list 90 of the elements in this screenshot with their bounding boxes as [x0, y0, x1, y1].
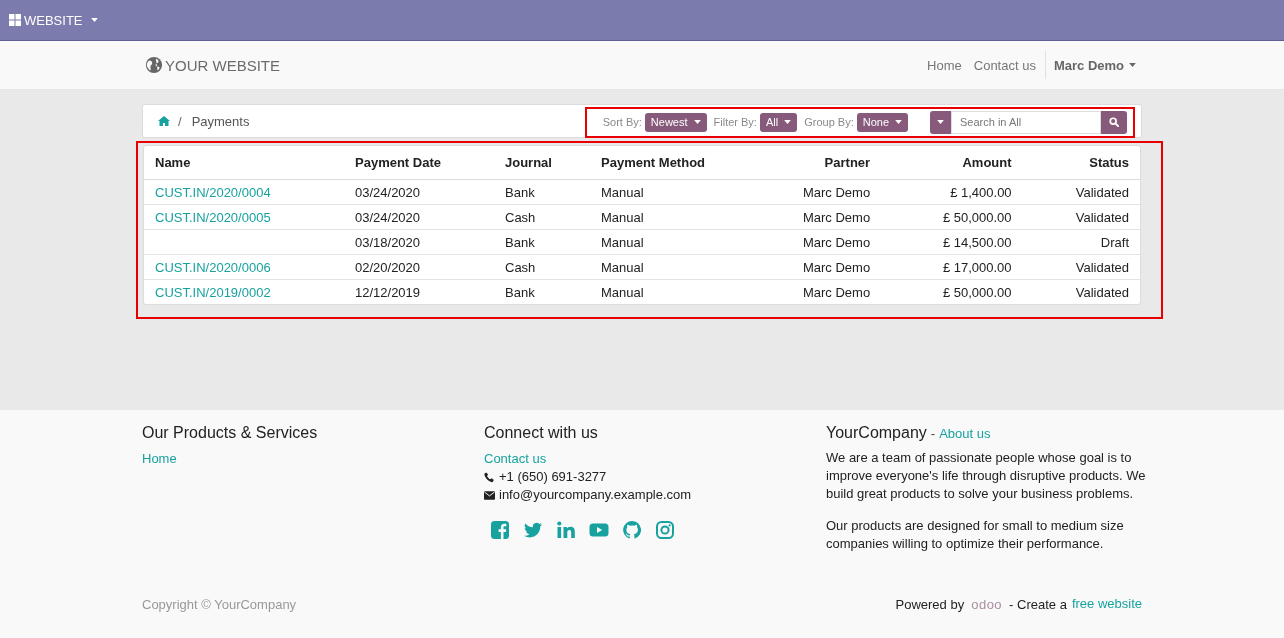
table-cell: Manual: [590, 179, 742, 205]
github-icon[interactable]: [622, 520, 642, 540]
payment-link[interactable]: CUST.IN/2020/0004: [155, 184, 271, 200]
table-cell: Bank: [494, 179, 590, 205]
payment-link[interactable]: CUST.IN/2019/0002: [155, 284, 271, 300]
search-field[interactable]: Search in All: [951, 110, 1101, 134]
table-cell: Manual: [590, 254, 742, 280]
column-header: Payment Method: [590, 146, 742, 180]
twitter-icon[interactable]: [523, 520, 543, 540]
search-button[interactable]: [1101, 110, 1127, 134]
table-cell: Bank: [494, 279, 590, 304]
table-cell: 12/12/2019: [344, 279, 494, 304]
breadcrumb-separator: /: [178, 113, 182, 129]
copyright-text: Copyright © YourCompany: [142, 596, 297, 612]
payment-link[interactable]: CUST.IN/2020/0006: [155, 259, 271, 275]
table-cell: Draft: [1022, 229, 1140, 255]
caret-icon: [90, 18, 98, 22]
section-title: YourCompany: [826, 424, 927, 442]
filter-label: Group By:: [804, 116, 854, 128]
globe-icon: [145, 56, 163, 74]
linkedin-icon[interactable]: [556, 520, 576, 540]
grid-icon: [9, 14, 21, 26]
table-cell: Bank: [494, 229, 590, 255]
search-icon: [1109, 117, 1119, 127]
column-header: Amount: [881, 146, 1023, 180]
table-cell: Validated: [1022, 254, 1140, 280]
table-cell: Cash: [494, 254, 590, 280]
column-header: Payment Date: [344, 146, 494, 180]
caret-icon: [895, 120, 902, 124]
table-cell: Manual: [590, 229, 742, 255]
table-cell: Validated: [1022, 204, 1140, 230]
column-header: Status: [1022, 146, 1140, 180]
instagram-icon[interactable]: [655, 520, 675, 540]
separator-text: -: [930, 426, 936, 441]
filter-label: Filter By:: [713, 116, 757, 128]
table-cell: Manual: [590, 279, 742, 304]
phone-icon: [484, 471, 495, 483]
table-cell: Marc Demo: [742, 229, 882, 255]
table-cell: 02/20/2020: [344, 254, 494, 280]
dropdown-button[interactable]: All: [759, 112, 798, 132]
caret-icon: [937, 120, 944, 124]
table-cell: £ 50,000.00: [881, 279, 1023, 304]
user-menu-button[interactable]: Marc Demo: [1047, 57, 1142, 73]
table-cell: £ 50,000.00: [881, 204, 1023, 230]
email-address: info@yourcompany.example.com: [499, 486, 692, 504]
filter-label: Sort By:: [602, 116, 642, 128]
table-cell: £ 1,400.00: [881, 179, 1023, 205]
table-cell: Validated: [1022, 179, 1140, 205]
table-cell: Validated: [1022, 279, 1140, 304]
caret-icon: [693, 120, 701, 124]
breadcrumb-item: Payments: [191, 113, 250, 129]
nav-link[interactable]: Contact us: [968, 57, 1041, 73]
footer-link[interactable]: Home: [142, 450, 177, 468]
table-cell: Cash: [494, 204, 590, 230]
table-cell: Manual: [590, 204, 742, 230]
table-cell: 03/18/2020: [344, 229, 494, 255]
facebook-icon[interactable]: [490, 520, 510, 540]
app-menu-button[interactable]: WEBSITE: [0, 12, 98, 28]
section-title: Our Products & Services: [142, 424, 318, 442]
footer-link[interactable]: free website: [1071, 595, 1142, 613]
dropdown-button[interactable]: Newest: [644, 112, 707, 132]
envelope-icon: [484, 489, 495, 501]
table-cell: Marc Demo: [742, 254, 882, 280]
table-cell: 03/24/2020: [344, 204, 494, 230]
column-header: Journal: [494, 146, 590, 180]
home-icon: [158, 116, 170, 126]
powered-text: Powered by: [895, 596, 965, 612]
about-text: We are a team of passionate people whose goal is to improve everyone's life through disruptive products. We build great products to solve your business problems.: [826, 449, 1147, 503]
about-text: Our products are designed for small to medium size companies willing to optimize their performance.: [826, 517, 1125, 553]
table-cell: Marc Demo: [742, 179, 882, 205]
footer-link[interactable]: About us: [939, 425, 991, 443]
footer-link[interactable]: Contact us: [484, 450, 547, 468]
payment-link[interactable]: CUST.IN/2020/0005: [155, 209, 271, 225]
caret-icon: [784, 120, 792, 124]
table-cell: 03/24/2020: [344, 179, 494, 205]
powered-text: - Create a: [1009, 596, 1067, 612]
nav-link[interactable]: Home: [922, 57, 967, 73]
dropdown-button[interactable]: None: [856, 112, 908, 132]
search-options-button[interactable]: [930, 110, 951, 134]
caret-icon: [1129, 63, 1136, 67]
column-header: Partner: [742, 146, 882, 180]
phone-number: +1 (650) 691-3277: [499, 468, 607, 486]
table-cell: £ 14,500.00: [881, 229, 1023, 255]
table-cell: Marc Demo: [742, 279, 882, 304]
section-title: Connect with us: [484, 424, 598, 442]
table-cell: £ 17,000.00: [881, 254, 1023, 280]
table-cell: Marc Demo: [742, 204, 882, 230]
brand-logo[interactable]: odoo: [969, 596, 1005, 612]
website-logo[interactable]: YOUR WEBSITE: [142, 56, 280, 74]
column-header: Name: [144, 146, 344, 180]
